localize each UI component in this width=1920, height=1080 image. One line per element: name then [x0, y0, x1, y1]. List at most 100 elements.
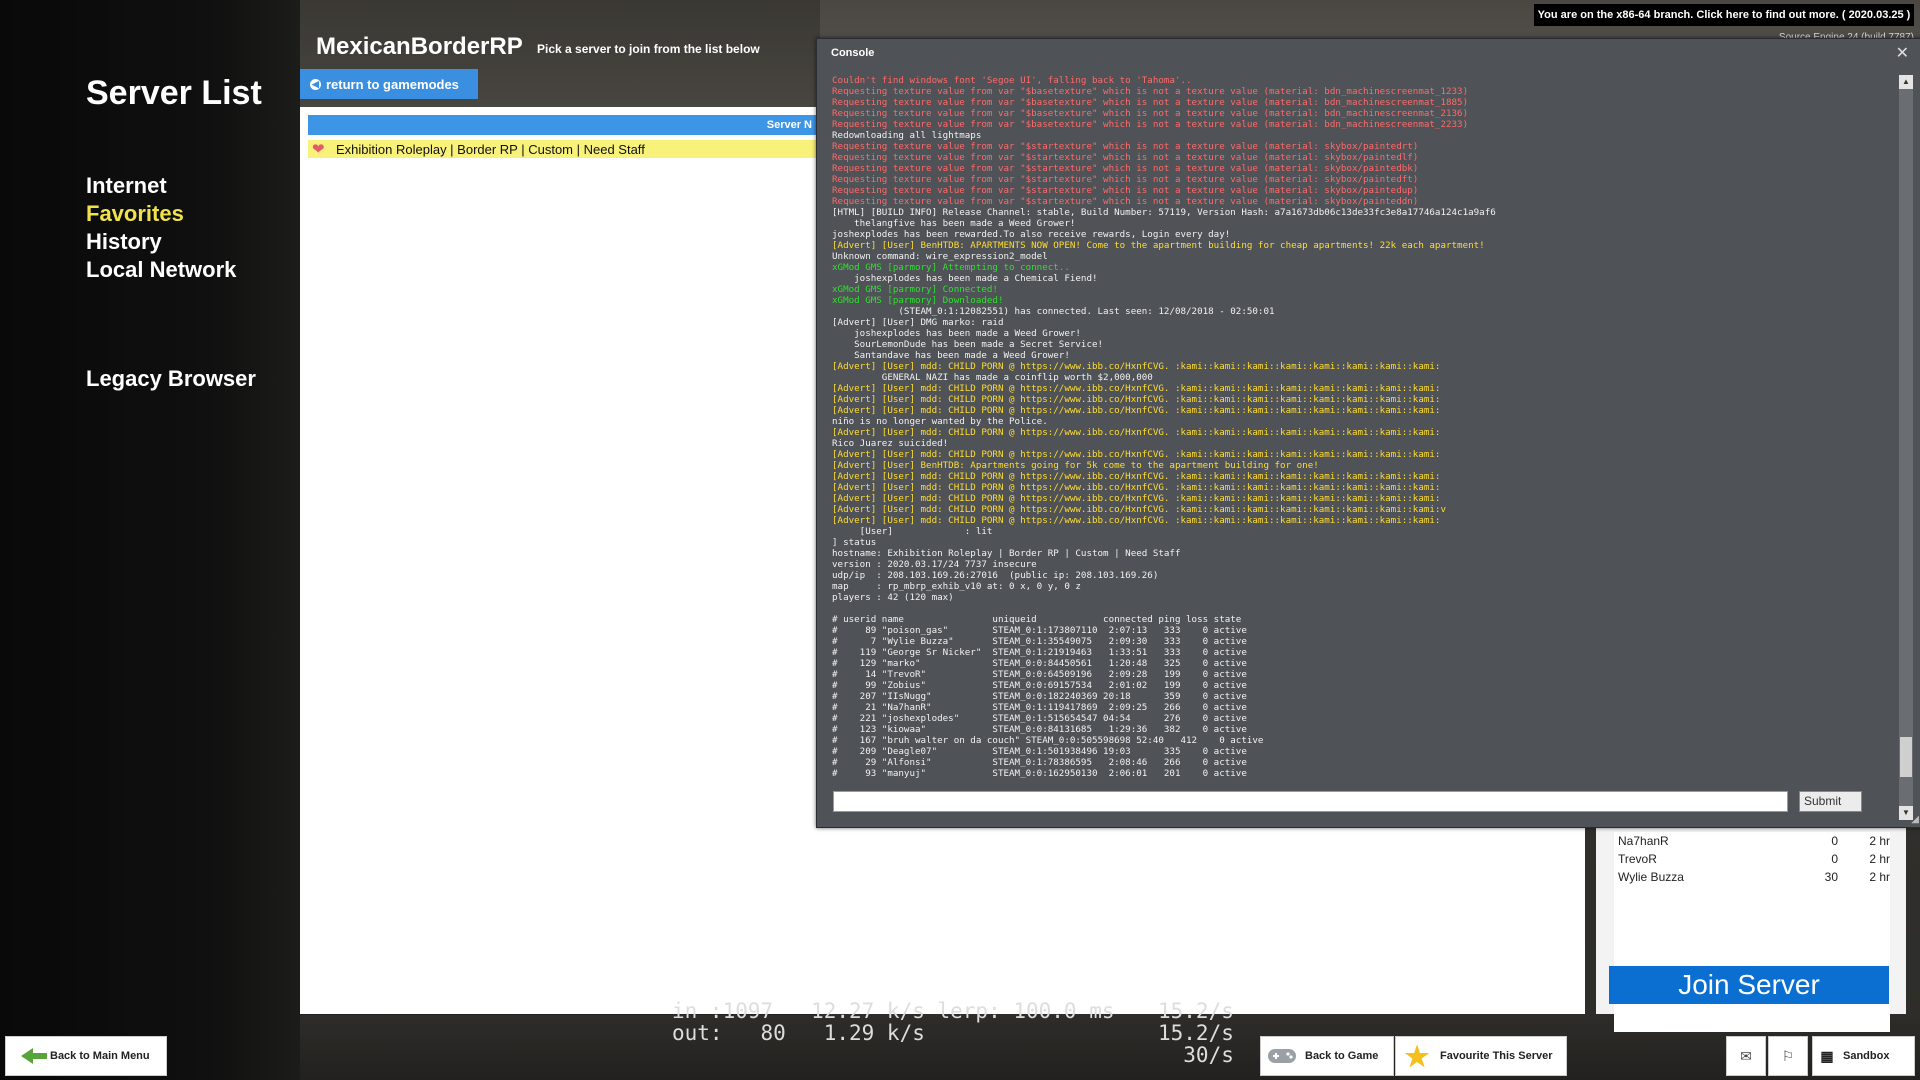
nav-item-internet[interactable]: Internet: [86, 172, 236, 200]
console-scrollbar[interactable]: ▲ ▼: [1899, 75, 1913, 820]
console-line: # 29 "Alfonsi" STEAM_0:1:78386595 2:08:4…: [832, 757, 1247, 768]
console-line: [Advert] [User] mdd: CHILD PORN @ https:…: [832, 482, 1441, 493]
resize-grip-icon[interactable]: ◢: [1911, 814, 1919, 825]
console-line: niño is no longer wanted by the Police.: [832, 416, 1048, 427]
console-line: # userid name uniqueid connected ping lo…: [832, 614, 1242, 625]
favourite-server-label: Favourite This Server: [1440, 1050, 1553, 1062]
console-line: [HTML] [BUILD INFO] Release Channel: sta…: [832, 207, 1496, 218]
player-row: TrevoR 0 2 hr: [1614, 850, 1890, 868]
back-to-game-button[interactable]: Back to Game: [1260, 1036, 1394, 1076]
console-line: thelangfive has been made a Weed Grower!: [832, 218, 1076, 229]
player-name: Wylie Buzza: [1618, 870, 1684, 884]
console-line: # 119 "George Sr Nicker" STEAM_0:1:21919…: [832, 647, 1247, 658]
console-submit-button[interactable]: Submit: [1799, 791, 1862, 812]
favourite-server-button[interactable]: ★ Favourite This Server: [1395, 1036, 1567, 1076]
console-line: [Advert] [User] BenHTDB: APARTMENTS NOW …: [832, 240, 1485, 251]
nav-item-history[interactable]: History: [86, 228, 236, 256]
console-line: # 21 "Na7hanR" STEAM_0:1:119417869 2:09:…: [832, 702, 1247, 713]
language-flag-icon[interactable]: ⚐: [1768, 1036, 1808, 1076]
console-line: Requesting texture value from var "$star…: [832, 196, 1419, 207]
console-line: # 99 "Zobius" STEAM_0:0:69157534 2:01:02…: [832, 680, 1247, 691]
gamepad-icon: [1265, 1041, 1299, 1071]
net-graph-rates: 15.2/s 15.2/s 30/s: [1158, 1000, 1234, 1066]
console-line: [Advert] [User] BenHTDB: Apartments goin…: [832, 460, 1319, 471]
scroll-up-icon[interactable]: ▲: [1899, 75, 1913, 89]
player-time: 2 hr: [1869, 870, 1890, 884]
branch-notice-banner[interactable]: You are on the x86-64 branch. Click here…: [1534, 4, 1914, 26]
console-line: # 14 "TrevoR" STEAM_0:0:64509196 2:09:28…: [832, 669, 1247, 680]
console-line: joshexplodes has been rewarded.To also r…: [832, 229, 1231, 240]
star-icon: ★: [1404, 1040, 1430, 1072]
console-line: ] status: [832, 537, 877, 548]
back-to-main-menu-button[interactable]: Back to Main Menu: [5, 1036, 167, 1076]
console-line: # 167 "bruh walter on da couch" STEAM_0:…: [832, 735, 1264, 746]
player-score: 30: [1824, 870, 1838, 884]
gamemode-select-button[interactable]: ▦ Sandbox: [1812, 1036, 1915, 1076]
return-to-gamemodes-button[interactable]: ◀ return to gamemodes: [300, 69, 478, 99]
nav-item-favorites[interactable]: Favorites: [86, 200, 236, 228]
server-row-name: Exhibition Roleplay | Border RP | Custom…: [336, 141, 645, 157]
console-line: joshexplodes has been made a Chemical Fi…: [832, 273, 1098, 284]
console-line: Requesting texture value from var "$base…: [832, 119, 1469, 130]
console-line: [Advert] [User] DMG marko: raid: [832, 317, 1004, 328]
legacy-browser-link[interactable]: Legacy Browser: [86, 366, 256, 392]
console-line: Requesting texture value from var "$star…: [832, 174, 1419, 185]
console-line: xGMod GMS [parmory] Connected!: [832, 284, 998, 295]
join-server-button[interactable]: Join Server: [1609, 966, 1889, 1004]
console-line: udp/ip : 208.103.169.26:27016 (public ip…: [832, 570, 1159, 581]
player-row: Na7hanR 0 2 hr: [1614, 832, 1890, 850]
chat-bubble-icon[interactable]: ✉: [1726, 1036, 1766, 1076]
netgraph-rate: 30/s: [1183, 1043, 1234, 1067]
console-line: # 129 "marko" STEAM_0:0:84450561 1:20:48…: [832, 658, 1247, 669]
console-line: version : 2020.03.17/24 7737 insecure: [832, 559, 1037, 570]
console-line: Requesting texture value from var "$star…: [832, 185, 1419, 196]
console-line: Requesting texture value from var "$star…: [832, 141, 1419, 152]
console-line: Santandave has been made a Weed Grower!: [832, 350, 1070, 361]
player-name: Na7hanR: [1618, 834, 1669, 848]
server-row[interactable]: ❤ Exhibition Roleplay | Border RP | Cust…: [308, 140, 818, 158]
console-line: # 89 "poison_gas" STEAM_0:1:173807110 2:…: [832, 625, 1247, 636]
netgraph-rate: 15.2/s: [1158, 999, 1234, 1023]
console-line: SourLemonDude has been made a Secret Ser…: [832, 339, 1104, 350]
netgraph-line: out: 80 1.29 k/s: [672, 1021, 925, 1045]
net-graph: in :1097 12.27 k/s lerp: 100.0 ms out: 80…: [672, 1000, 1115, 1044]
player-time: 2 hr: [1869, 852, 1890, 866]
console-line: (STEAM_0:1:12082551) has connected. Last…: [832, 306, 1275, 317]
gamemode-label: Sandbox: [1843, 1050, 1890, 1062]
console-line: Requesting texture value from var "$base…: [832, 108, 1469, 119]
server-name-column-header[interactable]: Server N: [308, 115, 818, 135]
console-line: Requesting texture value from var "$star…: [832, 163, 1419, 174]
console-line: [Advert] [User] mdd: CHILD PORN @ https:…: [832, 427, 1441, 438]
console-window: Console ✕ Couldn't find windows font 'Se…: [816, 38, 1920, 828]
console-line: [Advert] [User] mdd: CHILD PORN @ https:…: [832, 449, 1441, 460]
console-line: joshexplodes has been made a Weed Grower…: [832, 328, 1081, 339]
close-icon[interactable]: ✕: [1896, 43, 1909, 63]
console-line: [Advert] [User] mdd: CHILD PORN @ https:…: [832, 361, 1441, 372]
back-to-game-label: Back to Game: [1305, 1050, 1379, 1062]
console-line: [Advert] [User] mdd: CHILD PORN @ https:…: [832, 515, 1441, 526]
console-line: Unknown command: wire_expression2_model: [832, 251, 1048, 262]
console-line: map : rp_mbrp_exhib_v10 at: 0 x, 0 y, 0 …: [832, 581, 1081, 592]
nav-item-local-network[interactable]: Local Network: [86, 256, 236, 284]
console-line: [Advert] [User] mdd: CHILD PORN @ https:…: [832, 405, 1441, 416]
favorite-heart-icon: ❤: [312, 141, 325, 158]
netgraph-line: in :1097 12.27 k/s lerp: 100.0 ms: [672, 999, 1115, 1023]
console-line: [Advert] [User] mdd: CHILD PORN @ https:…: [832, 504, 1446, 515]
console-line: GENERAL NAZI has made a coinflip worth $…: [832, 372, 1153, 383]
console-line: # 209 "Deagle07" STEAM_0:1:501938496 19:…: [832, 746, 1247, 757]
return-to-gamemodes-label: return to gamemodes: [326, 76, 459, 92]
console-line: Requesting texture value from var "$star…: [832, 152, 1419, 163]
console-line: Couldn't find windows font 'Segoe UI', f…: [832, 75, 1192, 86]
console-line: # 93 "manyuj" STEAM_0:0:162950130 2:06:0…: [832, 768, 1247, 779]
console-command-input[interactable]: [833, 791, 1788, 812]
player-name: TrevoR: [1618, 852, 1657, 866]
console-line: Requesting texture value from var "$base…: [832, 97, 1469, 108]
console-line: # 123 "kiowaa" STEAM_0:0:84131685 1:29:3…: [832, 724, 1247, 735]
console-line: Redownloading all lightmaps: [832, 130, 982, 141]
console-output[interactable]: Couldn't find windows font 'Segoe UI', f…: [832, 75, 1887, 819]
console-line: # 7 "Wylie Buzza" STEAM_0:1:35549075 2:0…: [832, 636, 1247, 647]
player-row: Wylie Buzza 30 2 hr: [1614, 868, 1890, 886]
scrollbar-thumb[interactable]: [1900, 737, 1912, 777]
console-line: hostname: Exhibition Roleplay | Border R…: [832, 548, 1181, 559]
